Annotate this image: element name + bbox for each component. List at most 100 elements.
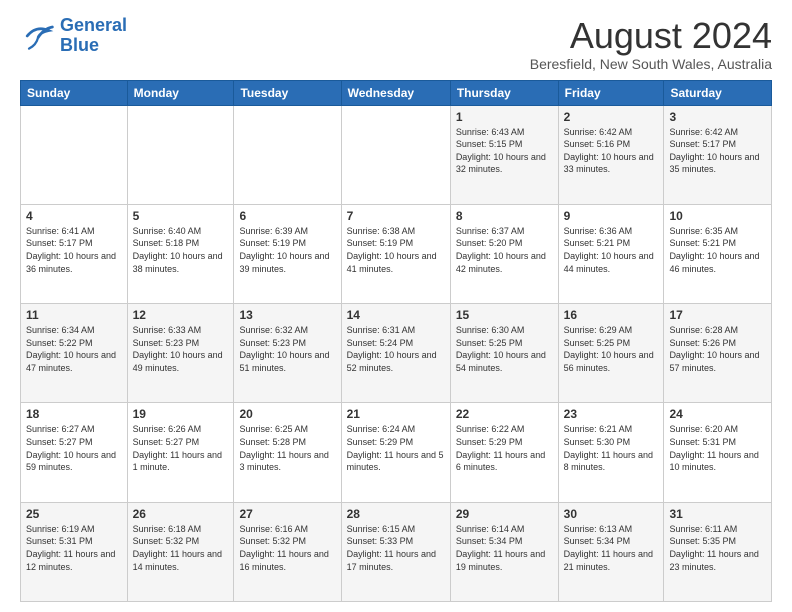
day-info: Sunrise: 6:34 AM Sunset: 5:22 PM Dayligh… [26,324,122,374]
day-number: 9 [564,209,659,223]
calendar-cell: 21 Sunrise: 6:24 AM Sunset: 5:29 PM Dayli… [341,403,450,502]
day-info: Sunrise: 6:32 AM Sunset: 5:23 PM Dayligh… [239,324,335,374]
day-number: 21 [347,407,445,421]
day-number: 30 [564,507,659,521]
day-info: Sunrise: 6:36 AM Sunset: 5:21 PM Dayligh… [564,225,659,275]
calendar-cell: 22 Sunrise: 6:22 AM Sunset: 5:29 PM Dayli… [450,403,558,502]
calendar-cell: 16Sunrise: 6:29 AM Sunset: 5:25 PM Dayli… [558,304,664,403]
header: General Blue August 2024 Beresfield, New… [20,16,772,72]
calendar-cell: 20 Sunrise: 6:25 AM Sunset: 5:28 PM Dayli… [234,403,341,502]
day-info: Sunrise: 6:18 AM Sunset: 5:32 PM Dayligh… [133,523,229,573]
calendar-week-5: 25Sunrise: 6:19 AM Sunset: 5:31 PM Dayli… [21,502,772,601]
day-info: Sunrise: 6:21 AM Sunset: 5:30 PM Dayligh… [564,423,659,473]
title-block: August 2024 Beresfield, New South Wales,… [530,16,772,72]
day-info: Sunrise: 6:31 AM Sunset: 5:24 PM Dayligh… [347,324,445,374]
weekday-header-thursday: Thursday [450,80,558,105]
calendar-cell: 30 Sunrise: 6:13 AM Sunset: 5:34 PM Dayli… [558,502,664,601]
day-info: Sunrise: 6:15 AM Sunset: 5:33 PM Dayligh… [347,523,445,573]
day-number: 4 [26,209,122,223]
weekday-header-saturday: Saturday [664,80,772,105]
day-number: 13 [239,308,335,322]
day-number: 20 [239,407,335,421]
calendar-cell: 13 Sunrise: 6:32 AM Sunset: 5:23 PM Dayli… [234,304,341,403]
calendar-cell: 5 Sunrise: 6:40 AM Sunset: 5:18 PM Daylig… [127,204,234,303]
day-number: 17 [669,308,766,322]
logo-general: General [60,15,127,35]
logo-text: General Blue [60,16,127,56]
day-number: 2 [564,110,659,124]
calendar-cell: 27Sunrise: 6:16 AM Sunset: 5:32 PM Dayli… [234,502,341,601]
calendar-cell: 10Sunrise: 6:35 AM Sunset: 5:21 PM Dayli… [664,204,772,303]
calendar-table: SundayMondayTuesdayWednesdayThursdayFrid… [20,80,772,602]
day-number: 24 [669,407,766,421]
day-number: 23 [564,407,659,421]
calendar-cell: 23 Sunrise: 6:21 AM Sunset: 5:30 PM Dayli… [558,403,664,502]
calendar-cell: 9 Sunrise: 6:36 AM Sunset: 5:21 PM Daylig… [558,204,664,303]
calendar-cell: 8Sunrise: 6:37 AM Sunset: 5:20 PM Daylig… [450,204,558,303]
weekday-header-row: SundayMondayTuesdayWednesdayThursdayFrid… [21,80,772,105]
day-info: Sunrise: 6:19 AM Sunset: 5:31 PM Dayligh… [26,523,122,573]
day-info: Sunrise: 6:11 AM Sunset: 5:35 PM Dayligh… [669,523,766,573]
calendar-cell: 7 Sunrise: 6:38 AM Sunset: 5:19 PM Daylig… [341,204,450,303]
calendar-subtitle: Beresfield, New South Wales, Australia [530,56,772,72]
day-info: Sunrise: 6:30 AM Sunset: 5:25 PM Dayligh… [456,324,553,374]
calendar-cell: 6 Sunrise: 6:39 AM Sunset: 5:19 PM Daylig… [234,204,341,303]
calendar-cell: 12 Sunrise: 6:33 AM Sunset: 5:23 PM Dayli… [127,304,234,403]
calendar-cell [127,105,234,204]
day-number: 3 [669,110,766,124]
day-info: Sunrise: 6:24 AM Sunset: 5:29 PM Dayligh… [347,423,445,473]
day-info: Sunrise: 6:38 AM Sunset: 5:19 PM Dayligh… [347,225,445,275]
page: General Blue August 2024 Beresfield, New… [0,0,792,612]
calendar-cell: 18Sunrise: 6:27 AM Sunset: 5:27 PM Dayli… [21,403,128,502]
day-info: Sunrise: 6:22 AM Sunset: 5:29 PM Dayligh… [456,423,553,473]
day-info: Sunrise: 6:33 AM Sunset: 5:23 PM Dayligh… [133,324,229,374]
day-info: Sunrise: 6:37 AM Sunset: 5:20 PM Dayligh… [456,225,553,275]
day-info: Sunrise: 6:28 AM Sunset: 5:26 PM Dayligh… [669,324,766,374]
day-number: 1 [456,110,553,124]
day-info: Sunrise: 6:39 AM Sunset: 5:19 PM Dayligh… [239,225,335,275]
weekday-header-tuesday: Tuesday [234,80,341,105]
day-number: 5 [133,209,229,223]
calendar-week-4: 18Sunrise: 6:27 AM Sunset: 5:27 PM Dayli… [21,403,772,502]
day-info: Sunrise: 6:42 AM Sunset: 5:17 PM Dayligh… [669,126,766,176]
weekday-header-wednesday: Wednesday [341,80,450,105]
weekday-header-sunday: Sunday [21,80,128,105]
day-number: 15 [456,308,553,322]
calendar-cell: 28 Sunrise: 6:15 AM Sunset: 5:33 PM Dayli… [341,502,450,601]
calendar-cell [341,105,450,204]
calendar-cell: 3 Sunrise: 6:42 AM Sunset: 5:17 PM Daylig… [664,105,772,204]
day-number: 22 [456,407,553,421]
weekday-header-monday: Monday [127,80,234,105]
calendar-cell [234,105,341,204]
calendar-cell: 4 Sunrise: 6:41 AM Sunset: 5:17 PM Daylig… [21,204,128,303]
day-info: Sunrise: 6:41 AM Sunset: 5:17 PM Dayligh… [26,225,122,275]
calendar-week-3: 11Sunrise: 6:34 AM Sunset: 5:22 PM Dayli… [21,304,772,403]
logo-blue: Blue [60,35,99,55]
day-info: Sunrise: 6:43 AM Sunset: 5:15 PM Dayligh… [456,126,553,176]
calendar-cell: 29Sunrise: 6:14 AM Sunset: 5:34 PM Dayli… [450,502,558,601]
calendar-cell: 26 Sunrise: 6:18 AM Sunset: 5:32 PM Dayli… [127,502,234,601]
day-number: 19 [133,407,229,421]
logo: General Blue [20,16,127,56]
calendar-week-1: 1 Sunrise: 6:43 AM Sunset: 5:15 PM Daylig… [21,105,772,204]
calendar-title: August 2024 [530,16,772,56]
day-number: 7 [347,209,445,223]
day-number: 29 [456,507,553,521]
day-number: 28 [347,507,445,521]
calendar-cell: 31Sunrise: 6:11 AM Sunset: 5:35 PM Dayli… [664,502,772,601]
day-info: Sunrise: 6:27 AM Sunset: 5:27 PM Dayligh… [26,423,122,473]
calendar-cell: 19Sunrise: 6:26 AM Sunset: 5:27 PM Dayli… [127,403,234,502]
day-number: 6 [239,209,335,223]
calendar-cell: 25Sunrise: 6:19 AM Sunset: 5:31 PM Dayli… [21,502,128,601]
day-info: Sunrise: 6:13 AM Sunset: 5:34 PM Dayligh… [564,523,659,573]
day-info: Sunrise: 6:35 AM Sunset: 5:21 PM Dayligh… [669,225,766,275]
day-number: 26 [133,507,229,521]
weekday-header-friday: Friday [558,80,664,105]
day-number: 12 [133,308,229,322]
day-number: 14 [347,308,445,322]
calendar-cell: 17 Sunrise: 6:28 AM Sunset: 5:26 PM Dayli… [664,304,772,403]
calendar-cell: 1 Sunrise: 6:43 AM Sunset: 5:15 PM Daylig… [450,105,558,204]
day-info: Sunrise: 6:25 AM Sunset: 5:28 PM Dayligh… [239,423,335,473]
calendar-cell: 11Sunrise: 6:34 AM Sunset: 5:22 PM Dayli… [21,304,128,403]
day-info: Sunrise: 6:40 AM Sunset: 5:18 PM Dayligh… [133,225,229,275]
